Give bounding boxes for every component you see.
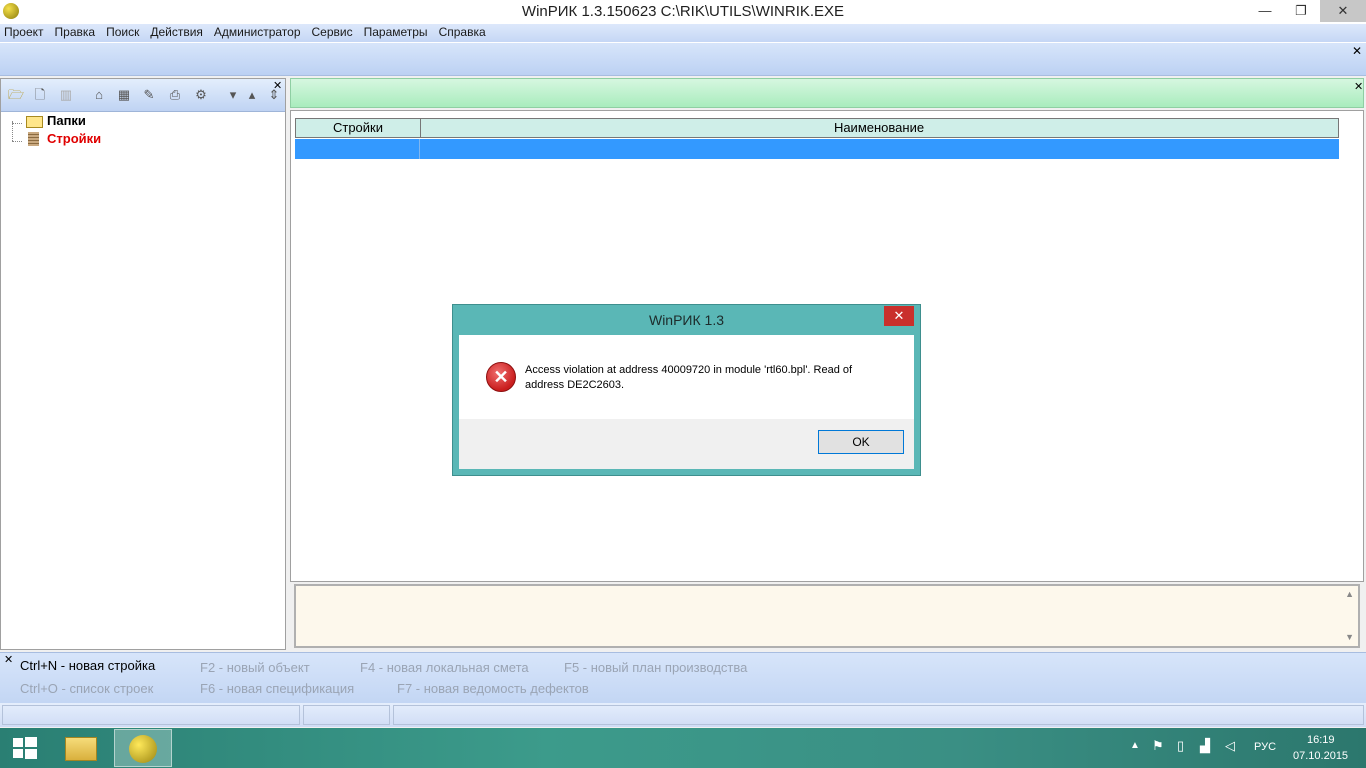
right-panel-header [290, 78, 1364, 108]
dialog-message: Access violation at address 40009720 in … [525, 364, 853, 391]
tree-item-constructions[interactable]: Стройки [47, 131, 101, 146]
taskbar: ▲ ⚑ ▯ ▟ ◁ РУС 16:19 07.10.2015 [0, 728, 1366, 768]
hint-new-specification[interactable]: F6 - новая спецификация [200, 681, 354, 696]
details-panel: ▲ ▼ [294, 584, 1360, 648]
windows-logo-icon [13, 749, 23, 758]
status-cell-1 [2, 705, 300, 725]
left-toolbar: 🗁 🗋 ▥ ⌂ ▦ ✎ ⎙ ⚙ ▾ ▴ ⇕ ✕ [1, 79, 285, 112]
print-icon[interactable]: ⎙ [167, 87, 183, 103]
scroll-up-icon[interactable]: ▲ [1345, 589, 1354, 599]
windows-logo-icon [13, 738, 23, 747]
menu-item-edit[interactable]: Правка [51, 24, 103, 39]
table-icon[interactable]: ▦ [116, 87, 132, 103]
clock-date[interactable]: 07.10.2015 [1293, 750, 1348, 762]
tree-connector [12, 121, 14, 141]
tree-item-folders[interactable]: Папки [47, 113, 86, 128]
home-icon[interactable]: ⌂ [91, 87, 107, 103]
move-down-icon[interactable]: ▾ [225, 87, 241, 103]
hint-new-local-estimate[interactable]: F4 - новая локальная смета [360, 660, 529, 675]
hints-close-icon[interactable]: ✕ [4, 653, 13, 666]
settings-icon[interactable]: ⚙ [193, 87, 209, 103]
close-button[interactable]: ✕ [1320, 0, 1366, 22]
tree-connector [12, 123, 22, 124]
maximize-button[interactable]: ❐ [1286, 0, 1316, 22]
volume-icon[interactable]: ◁ [1225, 738, 1235, 754]
right-panel-close-icon[interactable]: ✕ [1354, 80, 1363, 93]
table-row[interactable] [295, 139, 1339, 159]
hint-new-production-plan[interactable]: F5 - новый план производства [564, 660, 747, 675]
grid-header: Стройки Наименование [295, 118, 1339, 138]
scroll-down-icon[interactable]: ▼ [1345, 632, 1354, 642]
error-icon: ✕ [486, 362, 516, 392]
menu-item-service[interactable]: Сервис [308, 24, 360, 39]
hint-new-construction[interactable]: Ctrl+N - новая стройка [20, 658, 155, 673]
title-bar: WinРИК 1.3.150623 C:\RIK\UTILS\WINRIK.EX… [0, 0, 1366, 24]
minimize-button[interactable]: — [1250, 0, 1280, 22]
menu-item-params[interactable]: Параметры [360, 24, 435, 39]
new-document-icon[interactable]: 🗋 [32, 87, 48, 103]
clock-time[interactable]: 16:19 [1307, 734, 1335, 746]
battery-icon[interactable]: ▯ [1177, 738, 1184, 754]
column-header-constructions[interactable]: Стройки [296, 119, 421, 137]
tree-connector [12, 141, 22, 142]
windows-logo-icon [25, 737, 37, 747]
dialog-footer: OK [459, 419, 914, 469]
status-cell-3 [393, 705, 1364, 725]
main-toolbar-strip [0, 42, 1366, 76]
left-panel-close-icon[interactable]: ✕ [273, 79, 282, 92]
toolbar-close-icon[interactable]: ✕ [1352, 44, 1362, 58]
menu-item-help[interactable]: Справка [435, 24, 493, 39]
hint-new-defect-list[interactable]: F7 - новая ведомость дефектов [397, 681, 589, 696]
building-icon [28, 132, 39, 146]
status-bar [0, 703, 1366, 727]
network-icon[interactable]: ▟ [1200, 738, 1210, 754]
error-dialog: WinРИК 1.3 ✕ ✕ Access violation at addre… [452, 304, 921, 476]
building-icon[interactable]: ▥ [58, 87, 74, 103]
hints-panel: ✕ Ctrl+N - новая стройка F2 - новый объе… [0, 652, 1366, 703]
window-title: WinРИК 1.3.150623 C:\RIK\UTILS\WINRIK.EX… [521, 3, 845, 20]
folder-icon [65, 737, 97, 761]
taskbar-explorer-button[interactable] [55, 729, 107, 767]
windows-logo-icon [25, 749, 37, 759]
hint-construction-list[interactable]: Ctrl+O - список строек [20, 681, 153, 696]
dialog-title: WinРИК 1.3 [648, 312, 725, 328]
language-indicator[interactable]: РУС [1254, 741, 1276, 753]
move-up-icon[interactable]: ▴ [244, 87, 260, 103]
column-header-name[interactable]: Наименование [420, 119, 1338, 137]
menu-item-admin[interactable]: Администратор [210, 24, 308, 39]
edit-icon[interactable]: ✎ [141, 87, 157, 103]
hint-new-object[interactable]: F2 - новый объект [200, 660, 310, 675]
ok-button[interactable]: OK [818, 430, 904, 454]
start-button[interactable] [0, 728, 50, 768]
row-divider [419, 139, 420, 159]
winrik-app-icon [129, 735, 157, 763]
left-panel [0, 78, 286, 650]
dialog-body: ✕ Access violation at address 40009720 i… [459, 335, 914, 419]
open-folder-icon[interactable]: 🗁 [8, 87, 24, 103]
menu-item-search[interactable]: Поиск [102, 24, 146, 39]
action-center-icon[interactable]: ⚑ [1152, 738, 1164, 754]
menu-item-actions[interactable]: Действия [146, 24, 210, 39]
taskbar-winrik-button[interactable] [114, 729, 172, 767]
status-cell-2 [303, 705, 390, 725]
menu-item-project[interactable]: Проект [0, 24, 51, 39]
menu-bar: Проект Правка Поиск Действия Администратор Се… [0, 24, 1366, 42]
tray-expand-icon[interactable]: ▲ [1130, 740, 1140, 751]
dialog-close-button[interactable]: ✕ [884, 306, 914, 326]
folder-icon [26, 116, 43, 128]
